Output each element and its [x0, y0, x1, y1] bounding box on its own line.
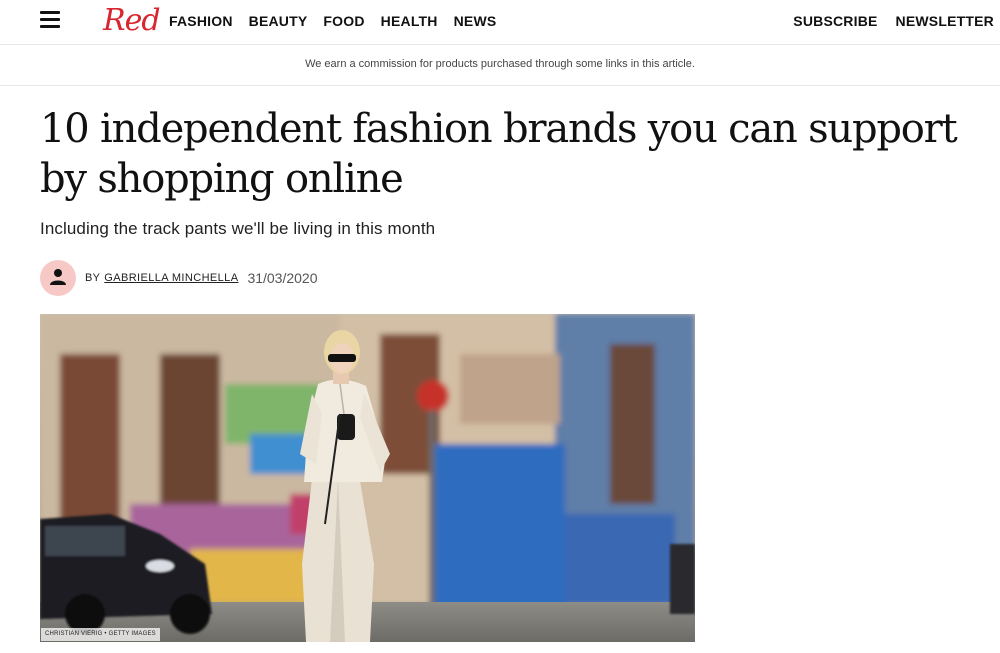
publish-date: 31/03/2020 [247, 270, 318, 286]
nav-food[interactable]: FOOD [323, 13, 364, 29]
byline: BY GABRIELLA MINCHELLA 31/03/2020 [40, 260, 318, 296]
article-headline: 10 independent fashion brands you can su… [40, 106, 958, 202]
affiliate-disclaimer: We earn a commission for products purcha… [0, 45, 1000, 86]
hamburger-menu-icon[interactable] [40, 11, 60, 29]
subscribe-link[interactable]: SUBSCRIBE [793, 13, 877, 29]
newsletter-link[interactable]: NEWSLETTER [896, 13, 994, 29]
nav-health[interactable]: HEALTH [381, 13, 438, 29]
nav-fashion[interactable]: FASHION [169, 13, 233, 29]
nav-news[interactable]: NEWS [454, 13, 497, 29]
author-link[interactable]: GABRIELLA MINCHELLA [104, 272, 238, 284]
image-credit: CHRISTIAN VIERIG • GETTY IMAGES [41, 628, 160, 641]
nav-beauty[interactable]: BEAUTY [249, 13, 308, 29]
account-nav: SUBSCRIBE NEWSLETTER [793, 13, 994, 29]
top-navigation: Red FASHION BEAUTY FOOD HEALTH NEWS SUBS… [0, 0, 1000, 45]
street-style-photo [40, 314, 695, 642]
site-logo[interactable]: Red [103, 1, 161, 41]
hero-image [40, 314, 695, 642]
author-avatar[interactable] [40, 260, 76, 296]
section-nav: FASHION BEAUTY FOOD HEALTH NEWS [169, 13, 496, 29]
article-dek: Including the track pants we'll be livin… [40, 219, 436, 238]
person-icon [50, 269, 66, 285]
byline-prefix: BY [85, 272, 101, 284]
